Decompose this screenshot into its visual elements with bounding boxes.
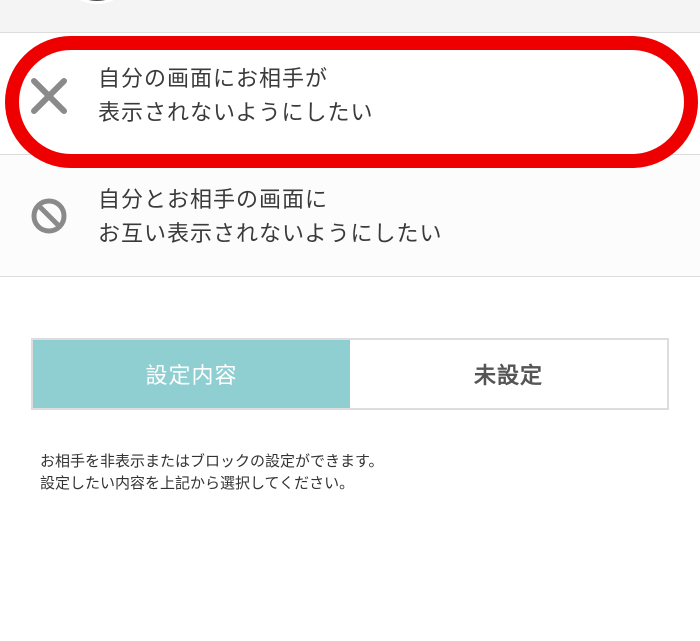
option-hide-line-2: 表示されないようにしたい — [98, 101, 374, 126]
setting-value: 未設定 — [473, 364, 543, 389]
option-block-line-2: お互い表示されないようにしたい — [98, 222, 443, 247]
close-icon — [28, 75, 70, 117]
help-line-2: 設定したい内容を上記から選択してください。 — [40, 474, 355, 492]
setting-label: 設定内容 — [33, 340, 350, 408]
option-hide-line-1: 自分の画面にお相手が — [98, 67, 329, 92]
option-block-label: 自分とお相手の画面に お互い表示されないようにしたい — [98, 184, 443, 252]
option-hide[interactable]: 自分の画面にお相手が 表示されないようにしたい — [0, 32, 700, 155]
setting-status: 設定内容 未設定 — [31, 338, 669, 410]
hide-block-settings-screen: 自分の画面にお相手が 表示されないようにしたい 自分とお相手の画面に お互い表示… — [0, 0, 700, 641]
help-line-1: お相手を非表示またはブロックの設定ができます。 — [40, 452, 384, 470]
option-hide-label: 自分の画面にお相手が 表示されないようにしたい — [98, 63, 374, 131]
block-icon — [28, 195, 70, 237]
header-strip — [0, 0, 700, 32]
option-block-line-1: 自分とお相手の画面に — [98, 188, 329, 213]
help-text: お相手を非表示またはブロックの設定ができます。 設定したい内容を上記から選択して… — [40, 450, 384, 494]
avatar — [68, 0, 126, 4]
option-block[interactable]: 自分とお相手の画面に お互い表示されないようにしたい — [0, 155, 700, 277]
